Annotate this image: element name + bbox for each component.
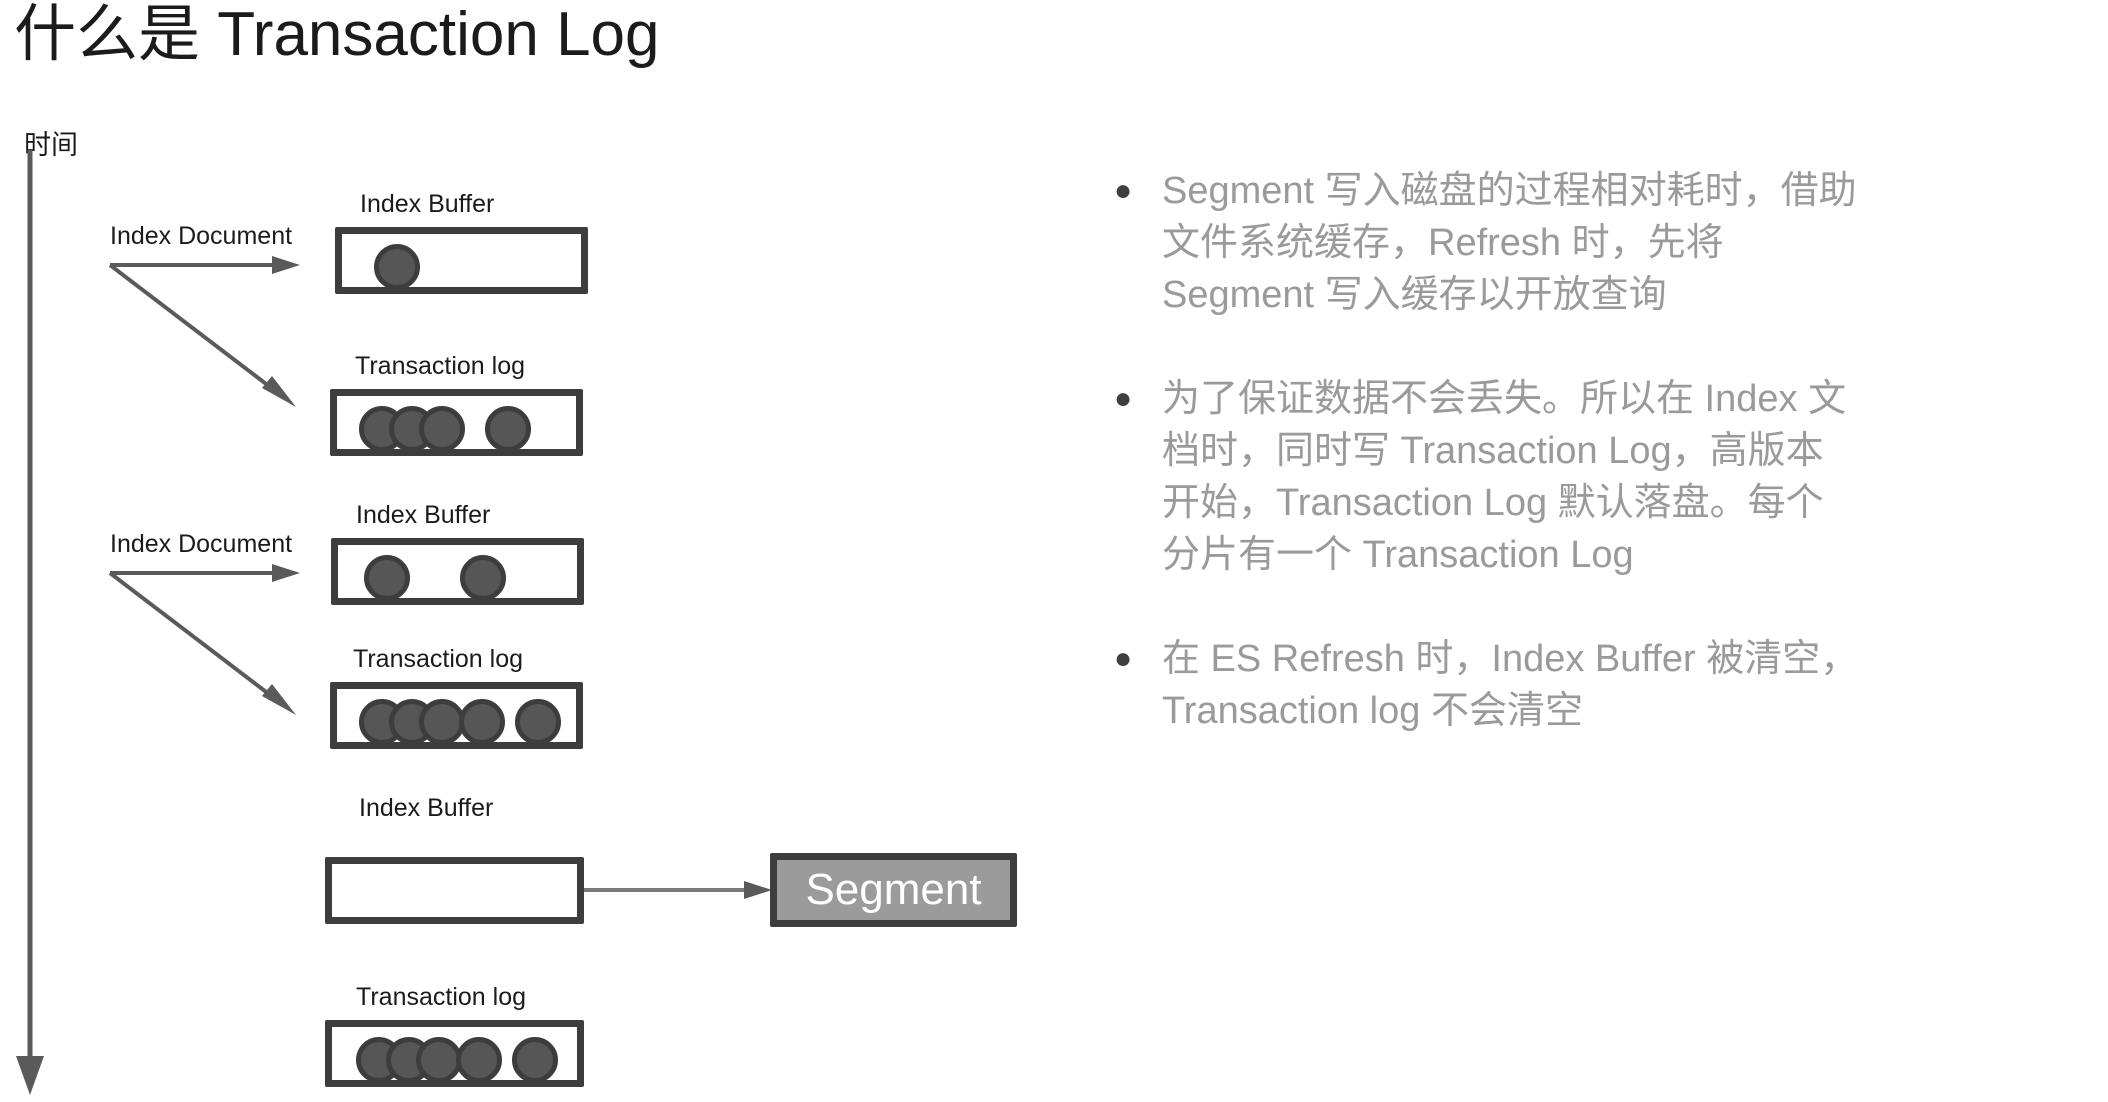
bullet-line: Segment 写入缓存以开放查询 bbox=[1162, 274, 1667, 316]
document-dot bbox=[374, 244, 420, 290]
flow-label-index-document-2: Index Document bbox=[110, 530, 293, 558]
document-dot bbox=[512, 1037, 558, 1083]
document-dot bbox=[460, 555, 506, 601]
label-index-buffer-3: Index Buffer bbox=[359, 794, 494, 822]
index-buffer-box-2 bbox=[331, 538, 584, 605]
flow-label-index-document-1: Index Document bbox=[110, 222, 293, 250]
bullet-line: Segment 写入磁盘的过程相对耗时，借助 bbox=[1162, 170, 1857, 212]
bullet-line: Transaction log 不会清空 bbox=[1162, 690, 1583, 732]
list-item: ● 为了保证数据不会丢失。所以在 Index 文 档时，同时写 Transact… bbox=[1100, 373, 2060, 581]
bullet-line: 开始，Transaction Log 默认落盘。每个 bbox=[1162, 482, 1824, 524]
label-transaction-log-2: Transaction log bbox=[353, 645, 523, 673]
document-dot bbox=[515, 699, 561, 745]
document-dot bbox=[364, 555, 410, 601]
bullet-line: 档时，同时写 Transaction Log，高版本 bbox=[1162, 430, 1824, 472]
label-transaction-log-1: Transaction log bbox=[355, 352, 525, 380]
bullet-line: 为了保证数据不会丢失。所以在 Index 文 bbox=[1162, 378, 1847, 420]
segment-box-label: Segment bbox=[805, 865, 982, 914]
document-dot bbox=[485, 406, 531, 452]
document-dot bbox=[456, 1037, 502, 1083]
slide-canvas: 什么是 Transaction Log 时间 Index Document In… bbox=[0, 0, 2108, 1102]
bullet-text: 为了保证数据不会丢失。所以在 Index 文 档时，同时写 Transactio… bbox=[1162, 373, 2060, 581]
list-item: ● 在 ES Refresh 时，Index Buffer 被清空， Trans… bbox=[1100, 633, 2060, 737]
arrow-buffer-to-segment bbox=[584, 881, 772, 899]
transaction-log-box-2 bbox=[330, 682, 583, 749]
bullet-line: 在 ES Refresh 时，Index Buffer 被清空， bbox=[1162, 638, 1859, 680]
label-index-buffer-2: Index Buffer bbox=[356, 501, 491, 529]
bullet-text: 在 ES Refresh 时，Index Buffer 被清空， Transac… bbox=[1162, 633, 2060, 737]
bullet-text: Segment 写入磁盘的过程相对耗时，借助 文件系统缓存，Refresh 时，… bbox=[1162, 165, 2060, 321]
bullet-marker-icon: ● bbox=[1114, 642, 1133, 675]
bullet-list: ● Segment 写入磁盘的过程相对耗时，借助 文件系统缓存，Refresh … bbox=[1100, 165, 2060, 789]
index-buffer-box-3 bbox=[325, 857, 584, 924]
list-item: ● Segment 写入磁盘的过程相对耗时，借助 文件系统缓存，Refresh … bbox=[1100, 165, 2060, 321]
arrow-index-document-to-log-1 bbox=[108, 263, 296, 407]
index-buffer-box-1 bbox=[335, 227, 588, 294]
document-dot bbox=[459, 699, 505, 745]
transaction-log-box-1 bbox=[330, 389, 583, 456]
label-transaction-log-3: Transaction log bbox=[356, 983, 526, 1011]
bullet-line: 文件系统缓存，Refresh 时，先将 bbox=[1162, 222, 1724, 264]
page-title: 什么是 Transaction Log bbox=[14, 0, 660, 69]
label-index-buffer-1: Index Buffer bbox=[360, 190, 495, 218]
transaction-log-box-3 bbox=[325, 1020, 584, 1087]
bullet-line: 分片有一个 Transaction Log bbox=[1162, 534, 1634, 576]
bullet-marker-icon: ● bbox=[1114, 382, 1133, 415]
bullet-marker-icon: ● bbox=[1114, 174, 1133, 207]
arrow-index-document-to-log-2 bbox=[108, 571, 296, 715]
document-dot bbox=[419, 406, 465, 452]
segment-box: Segment bbox=[770, 853, 1017, 927]
time-axis-arrow-icon bbox=[16, 150, 44, 1095]
